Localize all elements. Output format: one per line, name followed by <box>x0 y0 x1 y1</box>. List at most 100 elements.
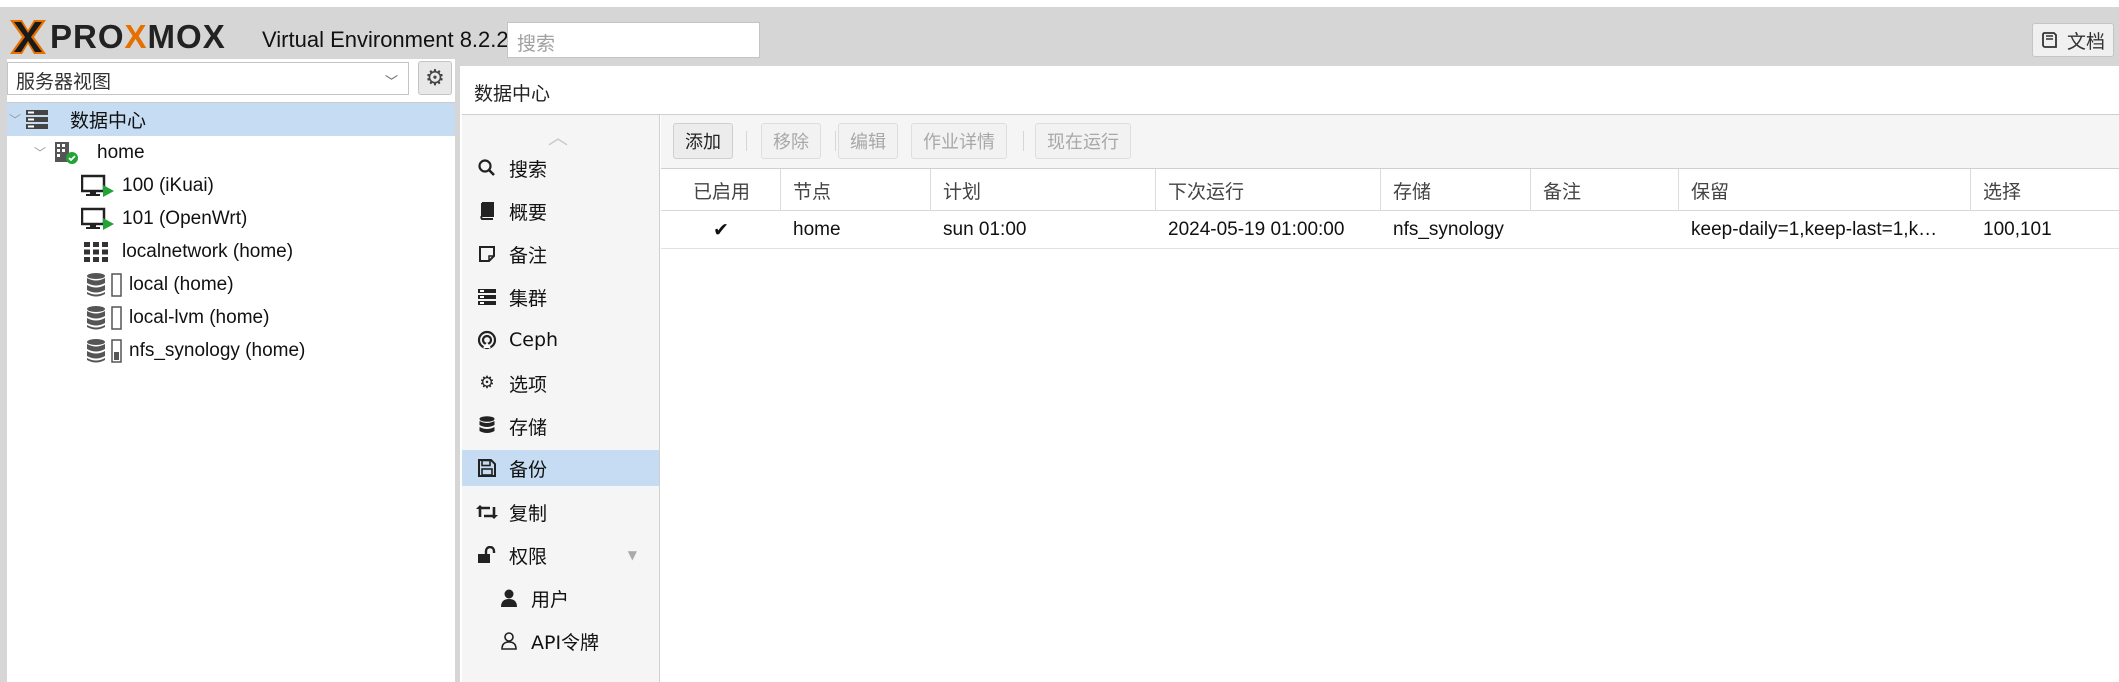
tree-item-label: 数据中心 <box>70 111 147 132</box>
tree-item-label: home <box>97 141 145 163</box>
gear-icon: ⚙ <box>425 65 445 91</box>
nav-item-replication[interactable]: 复制 <box>462 494 659 530</box>
table-row[interactable]: ✔ home sun 01:00 2024-05-19 01:00:00 nfs… <box>661 211 2119 249</box>
cell-node: home <box>793 219 841 240</box>
nav-item-ceph[interactable]: Ceph <box>462 322 659 358</box>
column-header-comment[interactable]: 备注 <box>1531 169 1679 211</box>
column-header-next-run[interactable]: 下次运行 <box>1156 169 1381 211</box>
tree-item-storage-local-lvm[interactable]: local-lvm (home) <box>7 301 455 334</box>
nav-item-label: 权限 <box>509 545 548 568</box>
chevron-down-icon: ﹀ <box>384 75 398 90</box>
backup-jobs-panel: 添加 移除 编辑 作业详情 现在运行 已启用 节点 计划 下次运行 存储 备注 … <box>661 115 2119 682</box>
nav-item-label: API令牌 <box>531 631 600 654</box>
toolbar-separator <box>746 131 747 151</box>
column-header-schedule[interactable]: 计划 <box>931 169 1156 211</box>
column-header-selection[interactable]: 选择 <box>1971 169 2119 211</box>
datacenter-icon <box>25 109 49 131</box>
toolbar-separator <box>1023 131 1024 151</box>
node-online-icon <box>53 141 79 165</box>
nav-item-storage[interactable]: 存储 <box>462 408 659 444</box>
proxmox-logo[interactable]: PROXMOX <box>8 15 226 59</box>
nav-item-label: 备注 <box>509 244 548 267</box>
cell-comment <box>1531 211 1679 249</box>
tree-item-datacenter[interactable]: ﹀ 数据中心 <box>7 103 455 136</box>
vm-running-icon <box>81 207 117 231</box>
storage-icon <box>86 272 126 298</box>
cell-next-run: 2024-05-19 01:00:00 <box>1168 219 1345 240</box>
nav-item-label: Ceph <box>509 329 559 351</box>
search-input[interactable]: 搜索 <box>507 22 760 58</box>
gear-icon: ⚙ <box>479 373 495 393</box>
nav-item-options[interactable]: ⚙ 选项 <box>462 365 659 401</box>
nav-item-label: 备份 <box>509 458 548 481</box>
caret-down-icon[interactable]: ▼ <box>628 548 637 562</box>
tree-item-vm-101[interactable]: 101 (OpenWrt) <box>7 202 455 235</box>
docs-button[interactable]: 文档 <box>2032 23 2114 57</box>
tree-item-label: nfs_synology (home) <box>129 339 306 361</box>
ceph-icon <box>476 330 498 350</box>
tree-item-label: 100 (iKuai) <box>122 174 214 196</box>
tree-item-node-home[interactable]: ﹀ home <box>7 136 455 169</box>
collapse-arrow-icon[interactable]: ﹀ <box>9 111 21 128</box>
book-icon <box>2042 32 2057 48</box>
edit-button[interactable]: 编辑 <box>838 123 898 159</box>
proxmox-x-icon <box>10 20 46 54</box>
collapse-arrow-icon[interactable]: ﹀ <box>34 144 46 161</box>
storage-icon <box>86 338 126 364</box>
user-outline-icon <box>498 632 520 650</box>
tree-item-label: local-lvm (home) <box>129 306 270 328</box>
book-icon <box>476 202 498 220</box>
remove-button[interactable]: 移除 <box>761 123 821 159</box>
nav-item-label: 概要 <box>509 201 548 224</box>
tree-item-label: localnetwork (home) <box>122 240 294 262</box>
server-icon <box>476 289 498 305</box>
column-header-enabled[interactable]: 已启用 <box>661 169 781 211</box>
add-button[interactable]: 添加 <box>673 123 733 159</box>
nav-item-summary[interactable]: 概要 <box>462 193 659 229</box>
nav-item-backup[interactable]: 备份 <box>462 450 659 486</box>
toolbar-separator <box>835 131 836 151</box>
nav-item-permissions[interactable]: 权限 ▼ <box>462 537 659 573</box>
nav-item-api-tokens[interactable]: API令牌 <box>462 623 659 659</box>
enabled-check-icon: ✔ <box>713 219 729 241</box>
nav-item-label: 选项 <box>509 373 548 396</box>
nav-item-label: 存储 <box>509 416 548 439</box>
run-now-button[interactable]: 现在运行 <box>1035 123 1131 159</box>
sdn-grid-icon <box>84 241 108 262</box>
unlock-icon <box>476 546 498 564</box>
column-header-retention[interactable]: 保留 <box>1679 169 1971 211</box>
nav-item-notes[interactable]: 备注 <box>462 236 659 272</box>
resource-tree: ﹀ 数据中心 ﹀ home 100 (iKuai) 101 (OpenWrt) … <box>7 102 455 367</box>
job-detail-button[interactable]: 作业详情 <box>911 123 1007 159</box>
nav-item-search[interactable]: 搜索 <box>462 150 659 186</box>
column-header-node[interactable]: 节点 <box>781 169 931 211</box>
nav-item-label: 集群 <box>509 287 548 310</box>
tree-item-storage-nfs-synology[interactable]: nfs_synology (home) <box>7 334 455 367</box>
logo-text: PROXMOX <box>50 18 226 55</box>
grid-header: 已启用 节点 计划 下次运行 存储 备注 保留 选择 <box>661 169 2119 211</box>
tree-item-storage-local[interactable]: local (home) <box>7 268 455 301</box>
content-header: 数据中心 <box>462 66 2119 115</box>
version-label: Virtual Environment 8.2.2 <box>262 27 509 52</box>
toolbar: 添加 移除 编辑 作业详情 现在运行 <box>661 115 2119 169</box>
tree-item-label: local (home) <box>129 273 234 295</box>
cell-storage: nfs_synology <box>1393 219 1504 240</box>
tree-settings-button[interactable]: ⚙ <box>418 61 452 95</box>
column-header-storage[interactable]: 存储 <box>1381 169 1531 211</box>
resource-tree-panel: 服务器视图 ﹀ ⚙ ﹀ 数据中心 ﹀ home 100 (iKuai) 101 … <box>0 59 460 682</box>
tree-item-localnetwork[interactable]: localnetwork (home) <box>7 235 455 268</box>
cell-schedule: sun 01:00 <box>943 219 1027 240</box>
retweet-icon <box>476 504 498 520</box>
top-bar: PROXMOX Virtual Environment 8.2.2 搜索 文档 <box>0 0 2119 66</box>
view-select[interactable]: 服务器视图 ﹀ <box>7 62 409 95</box>
vm-running-icon <box>81 174 117 198</box>
docs-label: 文档 <box>2066 30 2105 53</box>
scroll-up-icon[interactable]: ︿ <box>548 121 568 150</box>
database-icon <box>476 416 498 436</box>
tree-item-label: 101 (OpenWrt) <box>122 207 248 229</box>
cell-retention: keep-daily=1,keep-last=1,k… <box>1691 219 1938 240</box>
nav-item-users[interactable]: 用户 <box>462 580 659 616</box>
storage-icon <box>86 305 126 331</box>
nav-item-cluster[interactable]: 集群 <box>462 279 659 315</box>
tree-item-vm-100[interactable]: 100 (iKuai) <box>7 169 455 202</box>
